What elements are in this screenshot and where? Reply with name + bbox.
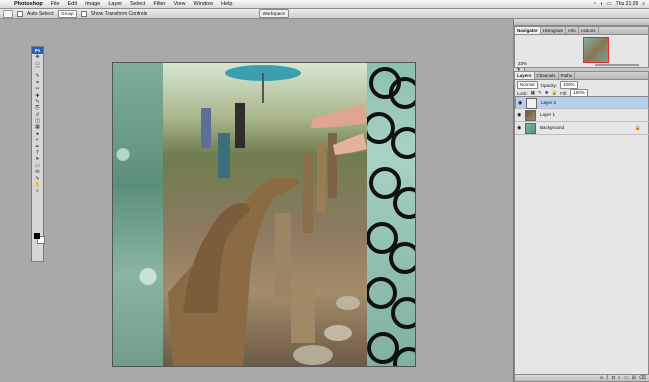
foreground-color-swatch[interactable] — [34, 233, 40, 239]
trash-icon[interactable]: ⌫ — [639, 375, 646, 381]
navigator-thumbnail[interactable] — [583, 37, 609, 63]
options-bar: Auto-Select: Group Show Transform Contro… — [0, 9, 649, 19]
menu-help[interactable]: Help — [217, 0, 236, 8]
menu-image[interactable]: Image — [81, 0, 104, 8]
menu-edit[interactable]: Edit — [64, 0, 81, 8]
menu-select[interactable]: Select — [126, 0, 149, 8]
battery-icon[interactable]: ▭ — [607, 1, 612, 7]
layers-tabs: Layers Channels Paths — [515, 72, 648, 80]
blend-mode-dropdown[interactable]: Normal — [517, 81, 538, 89]
wifi-icon[interactable]: ◔ — [593, 1, 596, 7]
tab-info[interactable]: Info — [566, 27, 579, 34]
folder-icon[interactable]: ▭ — [624, 375, 629, 381]
tab-channels[interactable]: Channels — [535, 72, 559, 79]
menu-layer[interactable]: Layer — [104, 0, 126, 8]
layer-thumbnail — [525, 110, 536, 121]
status-area: ◔ ◖ ▭ Thu 21:28 ⌕ — [593, 1, 649, 7]
layer-row-layer-1[interactable]: ◉ Layer 1 — [515, 109, 649, 122]
deer-photo-art — [168, 65, 367, 366]
layer-name: Layer 2 — [541, 100, 557, 105]
ps-logo: Ps — [32, 47, 43, 54]
fx-icon[interactable]: ƒ — [606, 375, 609, 381]
transform-controls-label: Show Transform Controls — [90, 10, 148, 17]
auto-select-dropdown[interactable]: Group — [58, 9, 77, 18]
auto-select-label: Auto-Select: — [27, 10, 55, 17]
adjustment-icon[interactable]: ◐ — [618, 375, 621, 381]
opacity-field[interactable]: 100% — [560, 81, 578, 89]
layer-name: Background — [540, 125, 565, 130]
menu-app[interactable]: Photoshop — [10, 0, 47, 8]
layers-panel: Layers Channels Paths Normal Opacity: 10… — [514, 71, 649, 382]
document-canvas[interactable] — [112, 62, 416, 367]
layer-name: Layer 1 — [540, 112, 556, 117]
volume-icon[interactable]: ◖ — [600, 1, 603, 7]
navigator-tabs: Navigator Histogram Info Actions — [515, 27, 648, 35]
left-paper-strip — [113, 63, 163, 366]
tab-paths[interactable]: Paths — [559, 72, 576, 79]
tab-histogram[interactable]: Histogram — [541, 27, 567, 34]
visibility-eye-icon[interactable]: ◉ — [517, 125, 521, 131]
clock[interactable]: Thu 21:28 — [616, 1, 639, 7]
lock-label: Lock: — [517, 90, 528, 96]
circle-pattern — [363, 67, 415, 366]
navigator-zoom-slider[interactable] — [595, 64, 639, 66]
mask-icon[interactable]: ◘ — [612, 375, 615, 381]
layer-row-layer-2[interactable]: ◉ Layer 2 — [515, 96, 649, 109]
deer-photo — [163, 63, 367, 366]
new-layer-icon[interactable]: ⊞ — [632, 375, 636, 381]
zoom-tool-icon[interactable]: ⌕ — [32, 188, 43, 194]
lock-icon: 🔒 — [634, 125, 641, 131]
right-paper-strip — [363, 63, 415, 366]
spotlight-icon[interactable]: ⌕ — [642, 1, 645, 7]
layer-row-background[interactable]: ◉ Background 🔒 — [515, 122, 649, 135]
tab-navigator[interactable]: Navigator — [515, 27, 541, 34]
auto-select-checkbox[interactable] — [17, 10, 23, 17]
tool-preset-button[interactable] — [3, 9, 13, 18]
visibility-eye-icon[interactable]: ◉ — [517, 112, 521, 118]
menu-filter[interactable]: Filter — [149, 0, 169, 8]
workspace-button[interactable]: Workspace — [258, 9, 289, 18]
menu-view[interactable]: View — [170, 0, 190, 8]
menu-window[interactable]: Window — [190, 0, 218, 8]
layers-bottom-bar: ∞ ƒ ◘ ◐ ▭ ⊞ ⌫ — [515, 374, 649, 381]
tab-layers[interactable]: Layers — [515, 72, 535, 79]
link-icon[interactable]: ∞ — [600, 375, 604, 381]
tab-actions[interactable]: Actions — [579, 27, 599, 34]
navigator-zoom[interactable]: 33% — [518, 61, 527, 66]
visibility-eye-icon[interactable]: ◉ — [518, 100, 522, 106]
panel-dock-header — [514, 19, 649, 26]
opacity-label: Opacity: — [540, 82, 558, 88]
layer-thumbnail — [526, 98, 537, 109]
fill-label: Fill: — [560, 90, 568, 96]
menu-file[interactable]: File — [47, 0, 64, 8]
layer-thumbnail — [525, 123, 536, 134]
transform-controls-checkbox[interactable] — [80, 10, 87, 17]
navigator-panel: Navigator Histogram Info Actions 33% — [514, 26, 649, 68]
menu-bar: Photoshop File Edit Image Layer Select F… — [0, 0, 649, 9]
blend-opacity-row: Normal Opacity: 100% — [517, 81, 578, 89]
tools-panel: Ps ✥ ▭ ⌒ ✎ ⌗ ✂ ✚ ✎ ⎘ ↺ ◫ ▦ ● ◐ ✒ T ➤ ▭ ✉ ✎ ✋ ⌕ — [31, 46, 45, 262]
